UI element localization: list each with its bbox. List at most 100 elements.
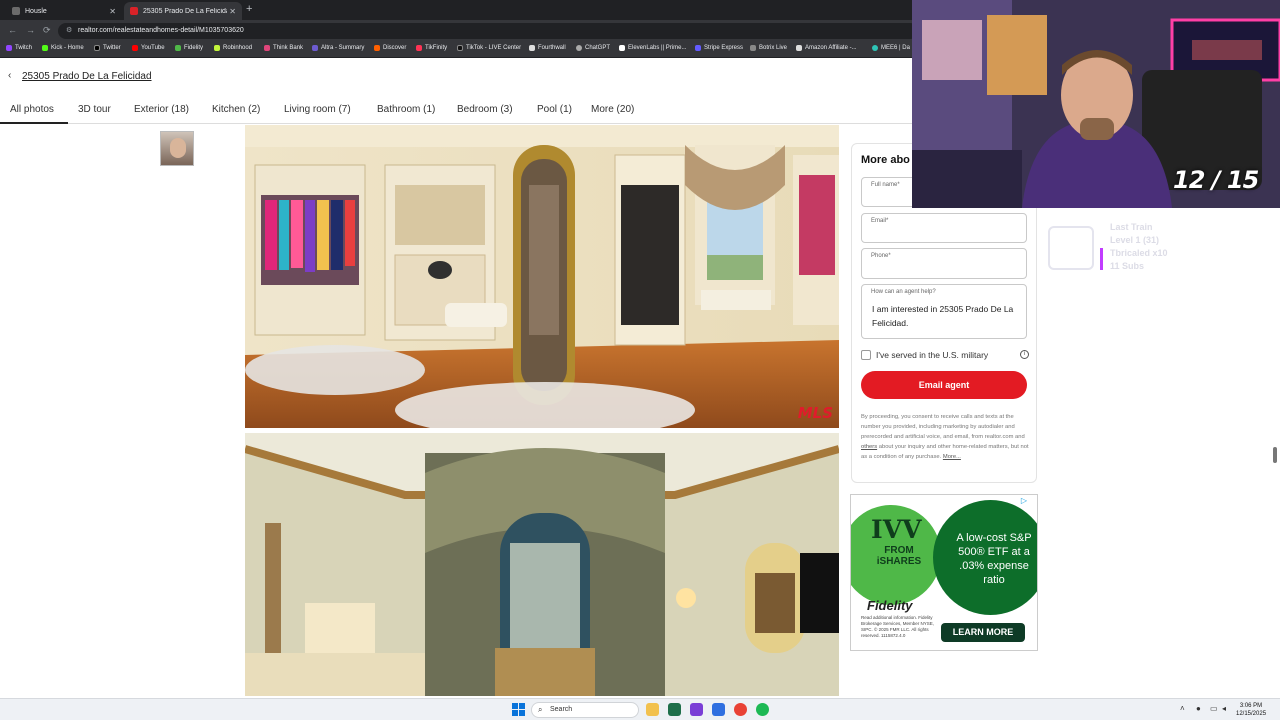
- train-line: 11 Subs: [1110, 261, 1145, 271]
- search-label: Search: [550, 706, 573, 713]
- consent-more-link[interactable]: More...: [943, 454, 961, 460]
- train-line: Level 1 (31): [1110, 235, 1160, 245]
- bookmark-item[interactable]: Think Bank: [264, 45, 303, 51]
- x-logo-icon: [94, 45, 100, 51]
- avatar-face: [170, 138, 186, 158]
- chevron-left-icon[interactable]: ‹: [8, 70, 11, 81]
- bookmark-item[interactable]: YouTube: [132, 45, 165, 51]
- message-label: How can an agent help?: [871, 289, 936, 295]
- clock-time: 3:06 PM: [1239, 703, 1263, 709]
- email-agent-button[interactable]: Email agent: [861, 371, 1027, 399]
- chevron-up-icon[interactable]: ˄: [1180, 704, 1185, 713]
- bookmark-item[interactable]: TikTok - LIVE Center: [457, 45, 521, 51]
- bookmark-item[interactable]: Kick - Home: [42, 45, 84, 51]
- tab-exterior[interactable]: Exterior (18): [134, 104, 189, 115]
- realtor-favicon-icon: [130, 7, 138, 15]
- twitch-icon: [6, 45, 12, 51]
- learn-more-button[interactable]: LEARN MORE: [941, 623, 1025, 642]
- stripe-icon: [695, 45, 701, 51]
- elevenlabs-icon: [619, 45, 625, 51]
- reload-icon[interactable]: ⟳: [43, 25, 51, 36]
- bookmark-item[interactable]: ElevenLabs || Prime...: [619, 45, 686, 51]
- taskbar-search[interactable]: ⌕ Search: [531, 702, 639, 718]
- back-arrow-icon[interactable]: ←: [8, 25, 17, 35]
- bookmark-item[interactable]: Discover: [374, 45, 406, 51]
- bookmark-item[interactable]: TikFinity: [416, 45, 447, 51]
- botrix-icon: [750, 45, 756, 51]
- ad-choices-icon[interactable]: ▷: [1021, 496, 1027, 505]
- bookmark-item[interactable]: Botrix Live: [750, 45, 787, 51]
- phone-field[interactable]: Phone*: [861, 248, 1027, 279]
- phone-label: Phone*: [871, 253, 891, 259]
- discover-icon: [374, 45, 380, 51]
- network-icon[interactable]: ▭: [1210, 704, 1218, 713]
- tab-kitchen[interactable]: Kitchen (2): [212, 104, 260, 115]
- fidelity-logo: Fidelity: [867, 598, 913, 613]
- train-line: Tbricaled x10: [1110, 248, 1168, 258]
- browser-tab-housle[interactable]: Housle ✕: [6, 2, 122, 20]
- tikfinity-icon: [416, 45, 422, 51]
- bookmark-item[interactable]: Fourthwall: [529, 45, 566, 51]
- bookmark-item[interactable]: Amazon Affiliate -...: [796, 45, 857, 51]
- forward-arrow-icon[interactable]: →: [26, 25, 35, 35]
- app-icon[interactable]: [712, 703, 725, 716]
- tab-bathroom[interactable]: Bathroom (1): [377, 104, 435, 115]
- browser-tab-listing[interactable]: 25305 Prado De La Felicidad, Ca ✕: [124, 2, 242, 20]
- close-tab-icon[interactable]: ✕: [229, 7, 236, 16]
- info-icon[interactable]: i: [1020, 350, 1029, 359]
- consent-others-link[interactable]: others: [861, 444, 877, 450]
- clock-date: 12/15/2025: [1236, 711, 1267, 717]
- tab-living-room[interactable]: Living room (7): [284, 104, 351, 115]
- message-value: I am interested in 25305 Prado De La Fel…: [872, 304, 1014, 328]
- military-checkbox[interactable]: [861, 350, 871, 360]
- tab-all-photos[interactable]: All photos: [10, 104, 54, 115]
- email-field[interactable]: Email*: [861, 213, 1027, 243]
- chrome-icon[interactable]: [734, 703, 747, 716]
- bookmark-item[interactable]: ChatGPT: [576, 45, 610, 51]
- spotify-icon[interactable]: [756, 703, 769, 716]
- listing-header: ‹ 25305 Prado De La Felicidad: [0, 64, 912, 92]
- volume-icon[interactable]: ◂: [1222, 704, 1226, 713]
- amazon-icon: [796, 45, 802, 51]
- military-label: I've served in the U.S. military: [876, 350, 989, 360]
- close-tab-icon[interactable]: ✕: [109, 7, 116, 16]
- train-icon: [1048, 226, 1094, 270]
- fidelity-ad[interactable]: IVV FROM iSHARES A low-cost S&P 500® ETF…: [850, 494, 1038, 651]
- bookmark-item[interactable]: Twitch: [6, 45, 32, 51]
- mls-watermark-logo: MLS: [797, 404, 833, 422]
- tab-more[interactable]: More (20): [591, 104, 634, 115]
- listing-address-link[interactable]: 25305 Prado De La Felicidad: [22, 71, 152, 82]
- fourthwall-icon: [529, 45, 535, 51]
- bookmark-item[interactable]: Twitter: [94, 45, 121, 51]
- bookmark-item[interactable]: Stripe Express: [695, 45, 743, 51]
- bookmark-item[interactable]: Fidelity: [175, 45, 203, 51]
- housle-favicon-icon: [12, 7, 20, 15]
- windows-start-icon[interactable]: [512, 703, 525, 716]
- mic-icon[interactable]: ●: [1196, 704, 1201, 713]
- windows-taskbar: ⌕ Search ˄ ● ▭ ◂ 3:06 PM 12/15/2025: [0, 698, 1280, 720]
- new-tab-icon[interactable]: +: [246, 3, 252, 15]
- tab-bedroom[interactable]: Bedroom (3): [457, 104, 513, 115]
- file-explorer-icon[interactable]: [646, 703, 659, 716]
- tab-pool[interactable]: Pool (1): [537, 104, 572, 115]
- listing-photo-closet[interactable]: MLS: [245, 125, 839, 428]
- site-info-icon[interactable]: ⚙: [66, 23, 72, 39]
- tab-3d-tour[interactable]: 3D tour: [78, 104, 111, 115]
- kick-icon: [42, 45, 48, 51]
- message-field[interactable]: How can an agent help? I am interested i…: [861, 284, 1027, 339]
- listing-photo-bedroom[interactable]: [245, 433, 839, 696]
- taskbar-clock[interactable]: 3:06 PM 12/15/2025: [1236, 702, 1266, 718]
- bookmark-item[interactable]: MEE6 | Da: [872, 45, 910, 51]
- photo-category-tabs: All photos 3D tour Exterior (18) Kitchen…: [0, 96, 912, 124]
- url-text: realtor.com/realestateandhomes-detail/M1…: [78, 27, 244, 34]
- overlay-counter: 12 / 15: [1173, 166, 1259, 194]
- app-icon[interactable]: [690, 703, 703, 716]
- page-scrollbar-thumb[interactable]: [1273, 447, 1277, 463]
- bookmark-item[interactable]: Altra - Summary: [312, 45, 364, 51]
- bookmark-item[interactable]: Robinhood: [214, 45, 252, 51]
- search-icon: ⌕: [538, 705, 543, 714]
- tab-label: 25305 Prado De La Felicidad, Ca: [143, 7, 227, 15]
- agent-avatar[interactable]: [160, 131, 194, 166]
- terminal-icon[interactable]: [668, 703, 681, 716]
- url-field[interactable]: ⚙ realtor.com/realestateandhomes-detail/…: [58, 23, 918, 39]
